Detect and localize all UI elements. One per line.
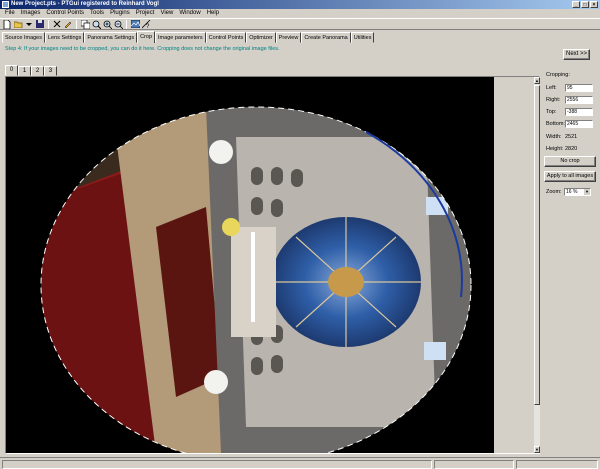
tab-optimizer[interactable]: Optimizer [246,32,276,43]
menu-project[interactable]: Project [133,9,158,18]
tab-preview[interactable]: Preview [275,32,302,43]
next-button[interactable]: Next >> [563,49,590,60]
height-label: Height: [546,146,564,152]
help-icon[interactable]: ? [141,19,151,29]
toolbar-separator [126,19,127,29]
right-field[interactable]: 2556 [565,96,593,104]
dropdown-icon[interactable] [24,19,34,29]
copy-icon[interactable] [80,19,90,29]
title-bar: New Project.pts - PTGui registered to Re… [0,0,600,9]
zoom-out-icon[interactable] [113,19,123,29]
cut-icon[interactable] [52,19,62,29]
scroll-thumb[interactable] [534,85,540,405]
image-tab-0[interactable]: 0 [5,65,18,76]
left-label: Left: [546,85,557,91]
menu-file[interactable]: File [2,9,18,18]
zoom-icon[interactable] [91,19,101,29]
crop-canvas-frame: ▲ ▼ [5,76,540,454]
vertical-scrollbar[interactable]: ▲ ▼ [534,77,540,453]
menu-tools[interactable]: Tools [87,9,107,18]
tab-image-parameters[interactable]: Image parameters [155,32,206,43]
close-button[interactable]: × [590,1,598,8]
top-field[interactable]: -388 [565,108,593,116]
scroll-down-arrow[interactable]: ▼ [534,446,540,453]
status-cell [434,460,514,469]
menu-images[interactable]: Images [18,9,44,18]
image-tab-2[interactable]: 2 [31,66,44,76]
toolbar-separator [76,19,77,29]
menu-help[interactable]: Help [204,9,222,18]
crop-canvas[interactable] [6,77,494,453]
menu-plugins[interactable]: Plugins [107,9,133,18]
step-hint: Step 4: If your images need to be croppe… [5,46,280,52]
main-tabs: Source Images Lens Settings Panorama Set… [2,31,375,43]
menu-view[interactable]: View [157,9,176,18]
apply-to-all-images-button[interactable]: Apply to all images [544,171,596,182]
image-tab-3[interactable]: 3 [44,66,57,76]
menu-window[interactable]: Window [176,9,203,18]
open-icon[interactable] [13,19,23,29]
tab-crop[interactable]: Crop [137,31,156,43]
tab-panorama-settings[interactable]: Panorama Settings [84,32,138,43]
scroll-up-arrow[interactable]: ▲ [534,77,540,84]
left-field[interactable]: 95 [565,84,593,92]
bottom-label: Bottom: [546,121,565,127]
top-label: Top: [546,109,557,115]
app-icon [2,1,9,8]
toolbar-separator [48,19,49,29]
svg-text:?: ? [146,24,150,29]
tab-source-images[interactable]: Source Images [2,32,45,43]
status-cell [2,460,432,469]
toolbar: ? [0,18,600,30]
zoom-value: 16 % [566,189,578,195]
tab-create-panorama[interactable]: Create Panorama [301,32,351,43]
pencil-icon[interactable] [63,19,73,29]
save-icon[interactable] [35,19,45,29]
window-title: New Project.pts - PTGui registered to Re… [11,1,159,7]
minimize-button[interactable]: _ [572,1,580,8]
fisheye-photo [41,107,471,453]
chevron-down-icon[interactable]: ▼ [584,189,590,195]
zoom-label: Zoom: [546,189,562,195]
maximize-button[interactable]: □ [581,1,589,8]
zoom-in-icon[interactable] [102,19,112,29]
width-label: Width: [546,134,562,140]
new-icon[interactable] [2,19,12,29]
height-value: 2820 [565,146,578,152]
tab-control-points[interactable]: Control Points [205,32,247,43]
right-label: Right: [546,97,561,103]
status-cell [516,460,598,469]
status-bar [0,457,600,469]
bottom-field[interactable]: 2465 [565,120,593,128]
width-value: 2521 [565,134,578,140]
zoom-select[interactable]: 16 % ▼ [564,188,591,196]
tab-lens-settings[interactable]: Lens Settings [45,32,85,43]
no-crop-button[interactable]: No crop [544,156,596,167]
cropping-heading: Cropping: [546,72,570,78]
panorama-editor-icon[interactable] [130,19,140,29]
tab-utilities[interactable]: Utilities [350,32,375,43]
menu-control-points[interactable]: Control Points [43,9,87,18]
menu-bar: File Images Control Points Tools Plugins… [0,9,600,18]
image-tab-1[interactable]: 1 [18,66,31,76]
